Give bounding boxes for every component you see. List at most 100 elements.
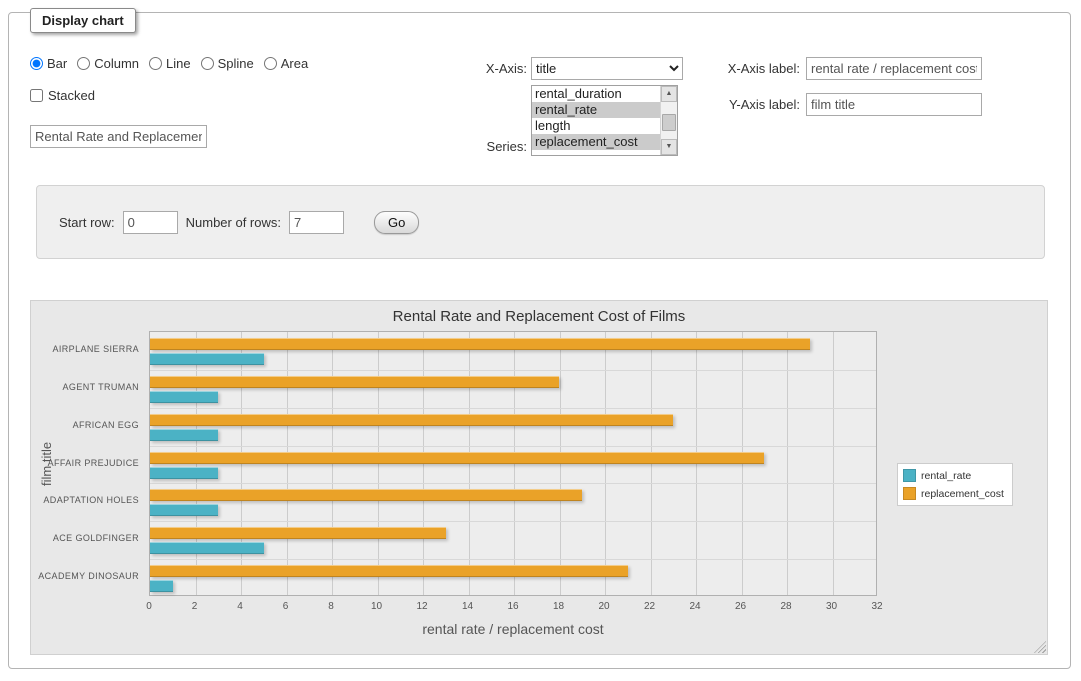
fieldset-legend: Display chart bbox=[30, 8, 136, 33]
scroll-up-icon[interactable]: ▲ bbox=[661, 86, 677, 102]
series-options: rental_durationrental_ratelengthreplacem… bbox=[532, 86, 660, 150]
x-tick-label: 10 bbox=[362, 601, 392, 612]
series-scrollbar: ▲ ▼ bbox=[660, 86, 677, 155]
legend-label: rental_rate bbox=[921, 470, 971, 482]
stacked-checkbox[interactable] bbox=[30, 89, 43, 102]
chart-type-label: Column bbox=[94, 56, 139, 71]
x-tick-label: 26 bbox=[726, 601, 756, 612]
chart-title-input[interactable] bbox=[30, 125, 207, 148]
bar-rental_rate bbox=[150, 467, 218, 479]
x-axis-select[interactable]: title bbox=[531, 57, 683, 80]
chart-type-radio-line[interactable] bbox=[149, 57, 162, 70]
x-tick-label: 18 bbox=[544, 601, 574, 612]
x-tick-label: 16 bbox=[498, 601, 528, 612]
x-tick-label: 32 bbox=[862, 601, 892, 612]
chart-canvas: Rental Rate and Replacement Cost of Film… bbox=[30, 300, 1048, 655]
bar-replacement_cost bbox=[150, 489, 582, 501]
chart-type-group: Bar Column Line Spline Area bbox=[30, 56, 308, 71]
chart-legend: rental_rate replacement_cost bbox=[897, 463, 1013, 506]
series-option-length[interactable]: length bbox=[532, 118, 660, 134]
y-axis-label-label: Y-Axis label: bbox=[705, 97, 800, 112]
bar-replacement_cost bbox=[150, 527, 446, 539]
series-option-rental_duration[interactable]: rental_duration bbox=[532, 86, 660, 102]
chart-type-option-column[interactable]: Column bbox=[77, 56, 139, 71]
bar-replacement_cost bbox=[150, 338, 810, 350]
legend-label: replacement_cost bbox=[921, 488, 1004, 500]
rows-panel: Start row: Number of rows: Go bbox=[36, 185, 1045, 259]
x-axis-label-label: X-Axis label: bbox=[705, 61, 800, 76]
num-rows-label: Number of rows: bbox=[186, 215, 281, 230]
chart-type-option-bar[interactable]: Bar bbox=[30, 56, 67, 71]
stacked-option[interactable]: Stacked bbox=[30, 88, 95, 103]
x-axis-title: rental rate / replacement cost bbox=[149, 621, 877, 637]
bar-rental_rate bbox=[150, 353, 264, 365]
category-label: AIRPLANE SIERRA bbox=[33, 344, 139, 354]
x-tick-label: 20 bbox=[589, 601, 619, 612]
category-label: AFRICAN EGG bbox=[33, 420, 139, 430]
legend-item-rental_rate: rental_rate bbox=[903, 469, 1004, 482]
chart-type-radio-column[interactable] bbox=[77, 57, 90, 70]
series-label: Series: bbox=[440, 139, 527, 154]
chart-type-radio-area[interactable] bbox=[264, 57, 277, 70]
scroll-down-icon[interactable]: ▼ bbox=[661, 139, 677, 155]
grid-line-horizontal bbox=[150, 446, 876, 447]
resize-handle-icon[interactable] bbox=[1034, 641, 1046, 653]
chart-type-radio-spline[interactable] bbox=[201, 57, 214, 70]
series-listbox[interactable]: rental_durationrental_ratelengthreplacem… bbox=[531, 85, 678, 156]
series-option-rental_rate[interactable]: rental_rate bbox=[532, 102, 660, 118]
y-category-labels: AIRPLANE SIERRA AGENT TRUMAN AFRICAN EGG AF… bbox=[31, 331, 143, 596]
legend-swatch-rental_rate bbox=[903, 469, 916, 482]
bar-replacement_cost bbox=[150, 565, 628, 577]
x-tick-label: 2 bbox=[180, 601, 210, 612]
legend-item-replacement_cost: replacement_cost bbox=[903, 487, 1004, 500]
go-button[interactable]: Go bbox=[374, 211, 419, 234]
start-row-label: Start row: bbox=[59, 215, 115, 230]
bar-replacement_cost bbox=[150, 376, 559, 388]
category-label: ACE GOLDFINGER bbox=[33, 533, 139, 543]
grid-line-horizontal bbox=[150, 370, 876, 371]
grid-line-horizontal bbox=[150, 521, 876, 522]
x-axis-select-label: X-Axis: bbox=[440, 61, 527, 76]
x-tick-label: 8 bbox=[316, 601, 346, 612]
x-tick-label: 6 bbox=[271, 601, 301, 612]
x-tick-label: 22 bbox=[635, 601, 665, 612]
series-option-replacement_cost[interactable]: replacement_cost bbox=[532, 134, 660, 150]
grid-line-horizontal bbox=[150, 559, 876, 560]
x-axis-label-input[interactable] bbox=[806, 57, 982, 80]
category-label: AGENT TRUMAN bbox=[33, 382, 139, 392]
bar-rental_rate bbox=[150, 429, 218, 441]
x-tick-label: 12 bbox=[407, 601, 437, 612]
x-tick-label: 30 bbox=[817, 601, 847, 612]
chart-type-option-area[interactable]: Area bbox=[264, 56, 308, 71]
grid-line-vertical bbox=[787, 332, 788, 595]
start-row-input[interactable] bbox=[123, 211, 178, 234]
chart-type-option-line[interactable]: Line bbox=[149, 56, 191, 71]
y-axis-label-input[interactable] bbox=[806, 93, 982, 116]
category-label: ADAPTATION HOLES bbox=[33, 495, 139, 505]
num-rows-input[interactable] bbox=[289, 211, 344, 234]
category-label: ACADEMY DINOSAUR bbox=[33, 571, 139, 581]
chart-type-option-spline[interactable]: Spline bbox=[201, 56, 254, 71]
x-tick-label: 24 bbox=[680, 601, 710, 612]
x-tick-label: 28 bbox=[771, 601, 801, 612]
bar-rental_rate bbox=[150, 504, 218, 516]
chart-type-radio-bar[interactable] bbox=[30, 57, 43, 70]
x-tick-label: 4 bbox=[225, 601, 255, 612]
grid-line-horizontal bbox=[150, 408, 876, 409]
phpmyadmin-chart-page: Display chart Bar Column Line Spline Area St… bbox=[0, 0, 1081, 681]
x-tick-label: 14 bbox=[453, 601, 483, 612]
chart-title: Rental Rate and Replacement Cost of Film… bbox=[31, 308, 1047, 325]
bar-replacement_cost bbox=[150, 414, 673, 426]
scrollbar-thumb[interactable] bbox=[662, 114, 676, 131]
bar-rental_rate bbox=[150, 580, 173, 592]
category-label: AFFAIR PREJUDICE bbox=[33, 458, 139, 468]
chart-type-label: Spline bbox=[218, 56, 254, 71]
chart-type-label: Bar bbox=[47, 56, 67, 71]
grid-line-vertical bbox=[833, 332, 834, 595]
chart-type-label: Area bbox=[281, 56, 308, 71]
plot-area bbox=[149, 331, 877, 596]
bar-replacement_cost bbox=[150, 452, 764, 464]
legend-swatch-replacement_cost bbox=[903, 487, 916, 500]
stacked-label: Stacked bbox=[48, 88, 95, 103]
x-tick-label: 0 bbox=[134, 601, 164, 612]
